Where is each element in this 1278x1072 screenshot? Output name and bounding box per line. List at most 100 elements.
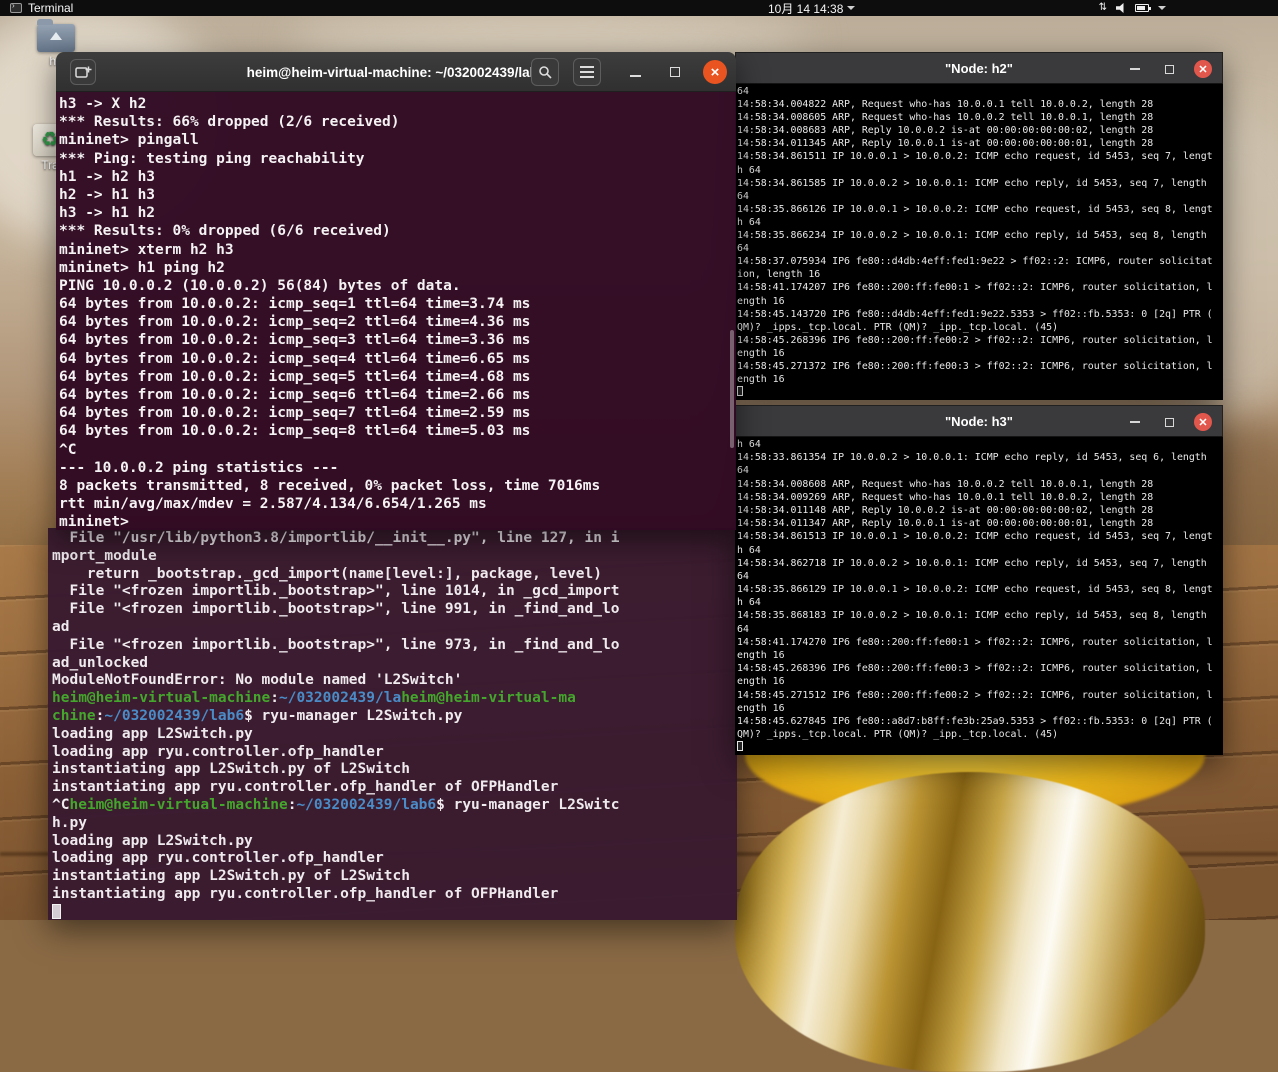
terminal-line: rtt min/avg/max/mdev = 2.587/4.134/6.654…	[59, 496, 487, 513]
terminal-main-titlebar[interactable]: heim@heim-virtual-machine: ~/032002439/l…	[56, 52, 736, 92]
topbar-clock[interactable]: 10月 14 14:38	[768, 0, 856, 16]
minimize-button[interactable]	[1124, 53, 1146, 85]
xterm-h3-title: "Node: h3"	[945, 413, 1013, 429]
terminal-back-body[interactable]: File "/usr/lib/python3.8/importlib/__ini…	[52, 530, 737, 920]
clock-text: 10月 14 14:38	[768, 1, 844, 16]
menu-button[interactable]	[573, 58, 601, 86]
text-segment: :	[270, 690, 279, 707]
volume-icon	[1116, 3, 1124, 13]
minimize-icon	[1130, 68, 1140, 70]
terminal-line: ^Cheim@heim-virtual-machine:~/032002439/…	[52, 797, 737, 815]
terminal-app-icon	[10, 1, 22, 13]
topbar-system-status[interactable]: ⇅	[1099, 0, 1166, 16]
terminal-line: 14:58:33.861354 IP 10.0.0.2 > 10.0.0.1: …	[737, 452, 1207, 464]
terminal-line: *** Results: 0% dropped (6/6 received)	[59, 223, 391, 240]
new-tab-button[interactable]	[70, 59, 96, 85]
terminal-line: ModuleNotFoundError: No module named 'L2…	[52, 672, 463, 689]
terminal-line: loading app ryu.controller.ofp_handler	[52, 743, 384, 760]
terminal-line: 64 bytes from 10.0.0.2: icmp_seq=7 ttl=6…	[59, 405, 531, 422]
prompt-path-segment: ~/032002439/la	[278, 690, 402, 707]
topbar-app-menu[interactable]: Terminal	[10, 0, 73, 16]
close-icon: ✕	[1194, 413, 1212, 431]
terminal-line	[737, 386, 1223, 399]
terminal-line: 14:58:34.011347 ARP, Reply 10.0.0.1 is-a…	[737, 518, 1154, 530]
terminal-line: ength 16	[737, 347, 785, 359]
terminal-line: 14:58:35.868183 IP 10.0.0.2 > 10.0.0.1: …	[737, 610, 1207, 622]
terminal-line: 64	[737, 623, 749, 635]
chevron-down-icon	[1158, 6, 1166, 10]
terminal-line: ength 16	[737, 650, 785, 661]
xterm-h3-body[interactable]: h 64 14:58:33.861354 IP 10.0.0.2 > 10.0.0…	[735, 437, 1223, 755]
search-button[interactable]	[531, 58, 559, 86]
topbar-app-name: Terminal	[28, 1, 74, 15]
terminal-line: instantiating app L2Switch.py of L2Switc…	[52, 868, 410, 885]
terminal-line: PING 10.0.0.2 (10.0.0.2) 56(84) bytes of…	[59, 277, 461, 294]
prompt-path-segment: ~/032002439/lab6	[296, 796, 437, 813]
terminal-line: instantiating app L2Switch.py of L2Switc…	[52, 761, 410, 778]
terminal-line: heim@heim-virtual-machine:~/032002439/la…	[52, 690, 737, 708]
battery-icon	[1135, 4, 1151, 12]
terminal-line: mininet> xterm h2 h3	[59, 241, 234, 258]
terminal-line: 64 bytes from 10.0.0.2: icmp_seq=2 ttl=6…	[59, 314, 531, 331]
terminal-line: 8 packets transmitted, 8 received, 0% pa…	[59, 477, 601, 494]
maximize-button[interactable]	[1158, 406, 1180, 438]
close-button[interactable]: ✕	[1192, 406, 1214, 438]
terminal-line: 14:58:45.271512 IP6 fe80::200:ff:fe00:2 …	[737, 689, 1213, 701]
prompt-user-segment: heim@heim-virtual-machine	[69, 796, 288, 813]
close-icon: ×	[710, 63, 720, 81]
maximize-button[interactable]	[663, 60, 687, 84]
terminal-line: instantiating app ryu.controller.ofp_han…	[52, 779, 559, 796]
terminal-line: h 64	[737, 544, 761, 556]
terminal-main-body[interactable]: h3 -> X h2 *** Results: 66% dropped (2/6 …	[56, 92, 736, 530]
terminal-line: mininet>	[59, 514, 138, 530]
terminal-line: 14:58:45.268396 IP6 fe80::200:ff:fe00:3 …	[737, 663, 1213, 675]
xterm-h2-body[interactable]: 64 14:58:34.004822 ARP, Request who-has 1…	[735, 84, 1223, 400]
chevron-down-icon	[847, 6, 856, 10]
terminal-line: ength 16	[737, 374, 785, 386]
terminal-line: h 64	[737, 439, 761, 450]
maximize-icon	[1164, 417, 1174, 427]
terminal-line: chine:~/032002439/lab6$ ryu-manager L2Sw…	[52, 708, 737, 726]
terminal-line: h 64	[737, 216, 761, 228]
terminal-line: return _bootstrap._gcd_import(name[level…	[52, 565, 602, 582]
terminal-line: 64	[737, 190, 749, 202]
terminal-line: 64	[737, 243, 749, 255]
terminal-line: 14:58:34.861513 IP 10.0.0.1 > 10.0.0.2: …	[737, 531, 1213, 543]
terminal-line: 14:58:41.174207 IP6 fe80::200:ff:fe00:1 …	[737, 282, 1213, 294]
scrollbar-thumb[interactable]	[730, 330, 734, 448]
close-button[interactable]: ✕	[1192, 53, 1214, 85]
maximize-button[interactable]	[1158, 53, 1180, 85]
xterm-h2-titlebar[interactable]: "Node: h2" ✕	[735, 52, 1223, 84]
terminal-line: 64 bytes from 10.0.0.2: icmp_seq=4 ttl=6…	[59, 350, 531, 367]
terminal-line: 64 bytes from 10.0.0.2: icmp_seq=8 ttl=6…	[59, 423, 531, 440]
xterm-window-h2: "Node: h2" ✕ 64 14:58:34.004822 ARP, Requ…	[735, 52, 1223, 400]
cursor-block	[52, 903, 61, 919]
minimize-button[interactable]	[623, 60, 647, 84]
maximize-icon	[670, 67, 680, 77]
terminal-line: 14:58:34.008605 ARP, Request who-has 10.…	[737, 112, 1154, 124]
terminal-line: 64 bytes from 10.0.0.2: icmp_seq=3 ttl=6…	[59, 332, 531, 349]
terminal-line: 14:58:45.627845 IP6 fe80::a8d7:b8ff:fe3b…	[737, 715, 1213, 727]
terminal-line: loading app L2Switch.py	[52, 725, 253, 742]
text-segment: $ ryu-manager L2Switc	[436, 796, 620, 813]
terminal-line: h 64	[737, 164, 761, 176]
terminal-line: --- 10.0.0.2 ping statistics ---	[59, 459, 339, 476]
terminal-window-main: heim@heim-virtual-machine: ~/032002439/l…	[56, 52, 736, 530]
cursor-block	[737, 741, 743, 752]
terminal-line: 14:58:34.004822 ARP, Request who-has 10.…	[737, 99, 1154, 111]
terminal-line: ad_unlocked	[52, 654, 149, 671]
terminal-line	[52, 903, 737, 920]
xterm-h2-title: "Node: h2"	[945, 60, 1013, 76]
prompt-user-segment: heim@heim-virtual-machine	[52, 690, 271, 707]
xterm-window-h3: "Node: h3" ✕ h 64 14:58:33.861354 IP 10.0…	[735, 405, 1223, 755]
terminal-line: 14:58:45.143720 IP6 fe80::d4db:4eff:fed1…	[737, 308, 1213, 320]
xterm-h3-titlebar[interactable]: "Node: h3" ✕	[735, 405, 1223, 437]
close-button[interactable]: ×	[703, 60, 727, 84]
text-segment: $ ryu-manager L2Switch.py	[244, 707, 463, 724]
minimize-button[interactable]	[1124, 406, 1146, 438]
terminal-line: loading app L2Switch.py	[52, 832, 253, 849]
terminal-window-background[interactable]: File "/usr/lib/python3.8/importlib/__ini…	[48, 528, 737, 920]
terminal-line: File "/usr/lib/python3.8/importlib/__ini…	[52, 530, 620, 546]
terminal-line: ion, length 16	[737, 269, 821, 281]
terminal-line: 14:58:34.009269 ARP, Request who-has 10.…	[737, 491, 1154, 503]
